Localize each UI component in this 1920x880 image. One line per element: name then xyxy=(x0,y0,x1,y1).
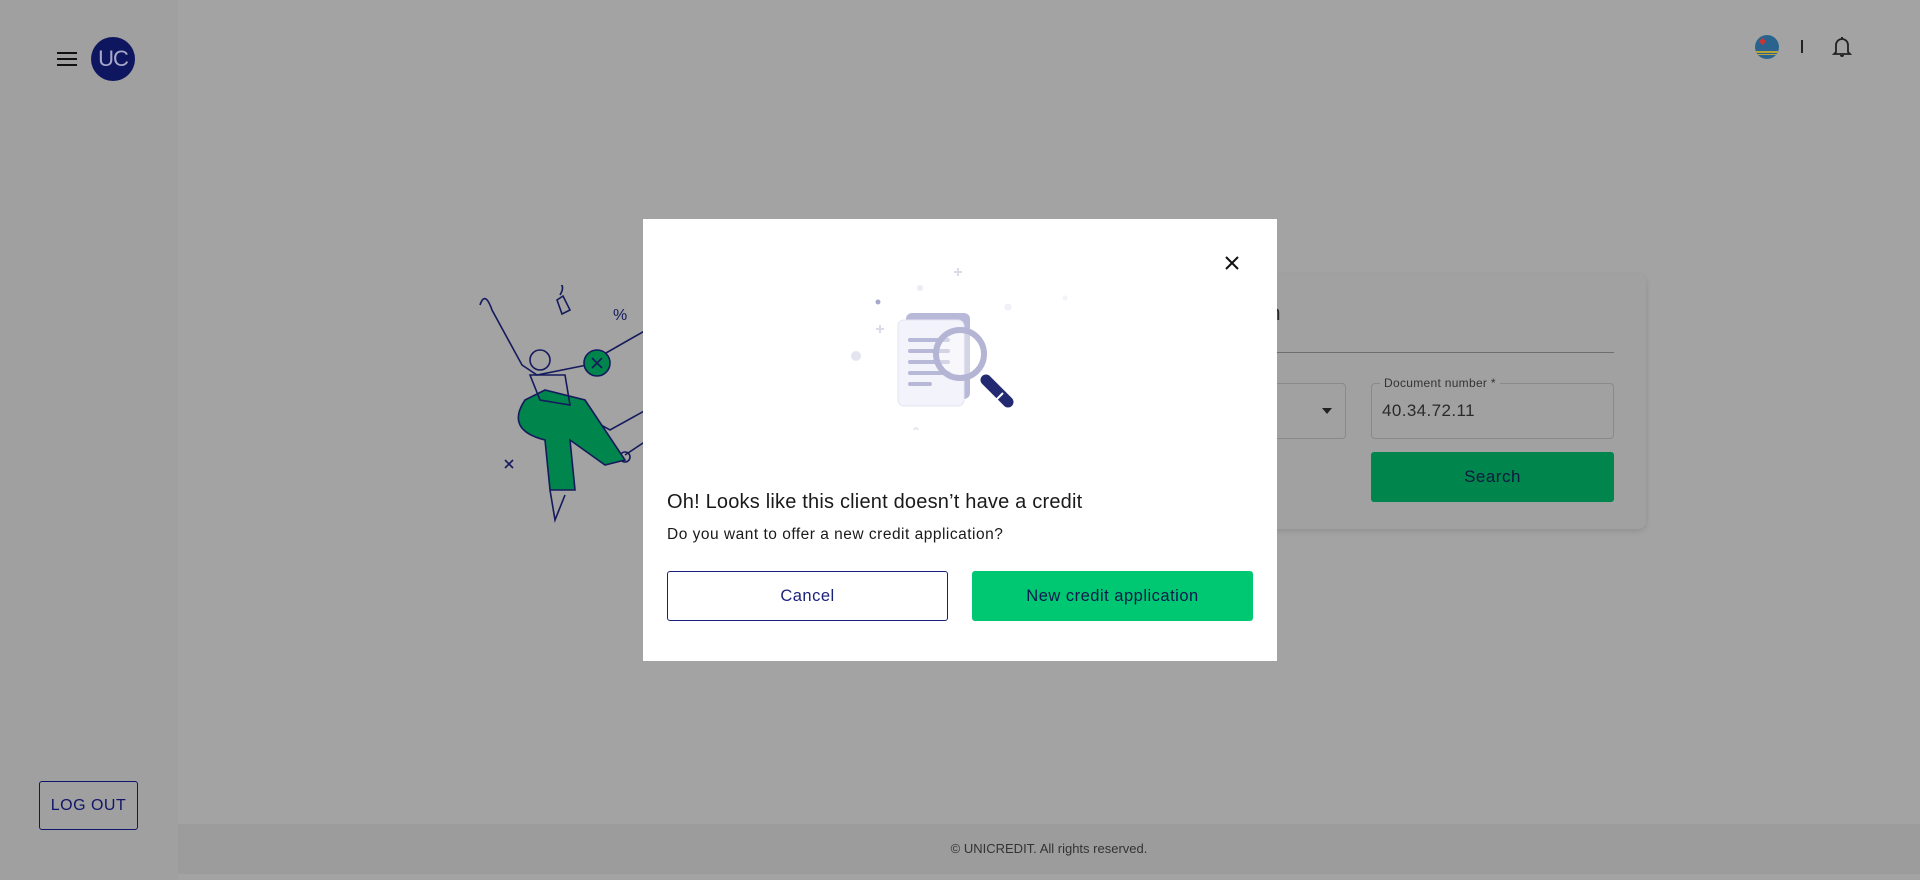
no-credit-dialog: Oh! Looks like this client doesn’t have … xyxy=(643,219,1277,661)
sidebar: UC LOG OUT xyxy=(0,0,178,880)
logout-button[interactable]: LOG OUT xyxy=(39,781,138,830)
dialog-title: Oh! Looks like this client doesn’t have … xyxy=(667,491,1083,513)
divider xyxy=(1220,352,1614,353)
search-card: earch Document number * 40.34.72.11 Sear… xyxy=(1220,274,1646,529)
new-credit-application-button[interactable]: New credit application xyxy=(972,571,1253,621)
dialog-subtitle: Do you want to offer a new credit applic… xyxy=(667,526,1004,543)
close-icon[interactable] xyxy=(1222,253,1242,273)
document-number-label: Document number * xyxy=(1380,376,1500,390)
header-divider xyxy=(1801,40,1803,53)
search-button[interactable]: Search xyxy=(1371,452,1614,502)
woman-illustration: % xyxy=(479,285,655,523)
document-search-illustration xyxy=(851,268,1068,430)
document-number-value[interactable]: 40.34.72.11 xyxy=(1382,401,1475,421)
bell-icon[interactable] xyxy=(1832,36,1852,58)
document-number-field[interactable]: Document number * 40.34.72.11 xyxy=(1371,376,1614,439)
unicredit-logo[interactable]: UC xyxy=(91,37,135,81)
svg-text:%: % xyxy=(613,307,627,324)
menu-icon[interactable] xyxy=(57,52,77,66)
language-flag-icon[interactable] xyxy=(1755,35,1779,59)
dropdown-arrow-icon xyxy=(1322,408,1332,419)
cancel-button[interactable]: Cancel xyxy=(667,571,948,621)
footer: © UNICREDIT. All rights reserved. xyxy=(178,824,1920,874)
